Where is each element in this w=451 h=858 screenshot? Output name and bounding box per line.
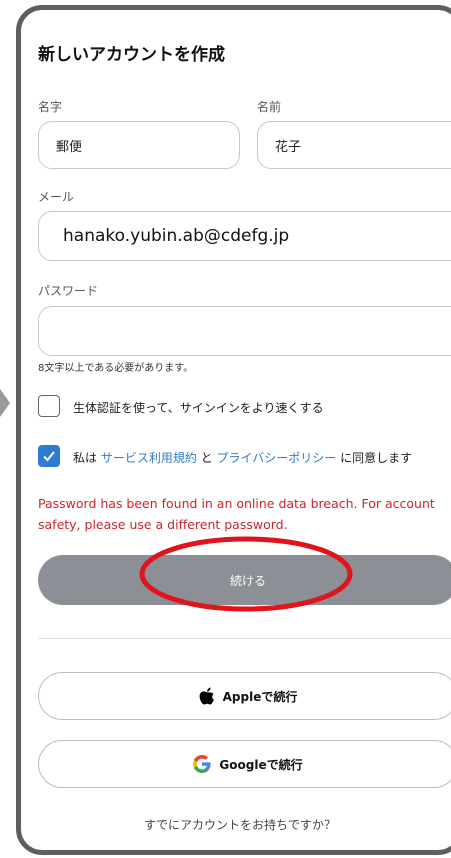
terms-suffix: に同意します [340,451,413,465]
terms-checkbox[interactable] [38,445,60,467]
last-name-value: 郵便 [56,139,83,155]
terms-of-service-link[interactable]: サービス利用規約 [101,451,197,465]
google-signin-label: Googleで続行 [219,757,303,772]
privacy-policy-link[interactable]: プライバシーポリシー [217,451,337,465]
signup-screen: 新しいアカウントを作成 名字 名前 郵便 花子 メール hanako.yubin… [21,10,451,850]
biometric-label: 生体認証を使って、サインインをより速くする [73,401,324,415]
password-label: パスワード [38,284,99,298]
apple-signin-label: Appleで続行 [222,689,298,704]
background-arrow [0,389,10,417]
signin-prompt[interactable]: すでにアカウントをお持ちですか？ [21,816,451,833]
terms-and: と [200,451,213,465]
email-value: hanako.yubin.ab@cdefg.jp [63,226,290,246]
email-label: メール [38,190,75,204]
last-name-field[interactable]: 郵便 [38,121,240,169]
last-name-label: 名字 [38,100,63,114]
email-field[interactable]: hanako.yubin.ab@cdefg.jp [38,211,451,261]
password-hint: 8文字以上である必要があります。 [38,363,194,374]
continue-button[interactable]: 続ける [38,555,451,605]
breach-error-message: Password has been found in an online dat… [38,496,435,532]
apple-logo-icon [199,687,215,705]
terms-text: 私は サービス利用規約 と プライバシーポリシー に同意します [73,449,412,466]
checkmark-icon [43,451,55,462]
password-field[interactable] [38,306,451,356]
first-name-value: 花子 [275,139,302,155]
apple-signin-button[interactable]: Appleで続行 [38,672,451,720]
page-title: 新しいアカウントを作成 [38,45,225,65]
first-name-label: 名前 [257,100,282,114]
google-logo-icon [193,755,212,773]
divider [38,638,451,639]
terms-prefix: 私は [73,451,98,465]
first-name-field[interactable]: 花子 [257,121,451,169]
phone-frame: 新しいアカウントを作成 名字 名前 郵便 花子 メール hanako.yubin… [16,5,451,855]
biometric-checkbox[interactable] [38,395,60,417]
continue-label: 続ける [229,573,266,588]
google-signin-button[interactable]: Googleで続行 [38,740,451,788]
